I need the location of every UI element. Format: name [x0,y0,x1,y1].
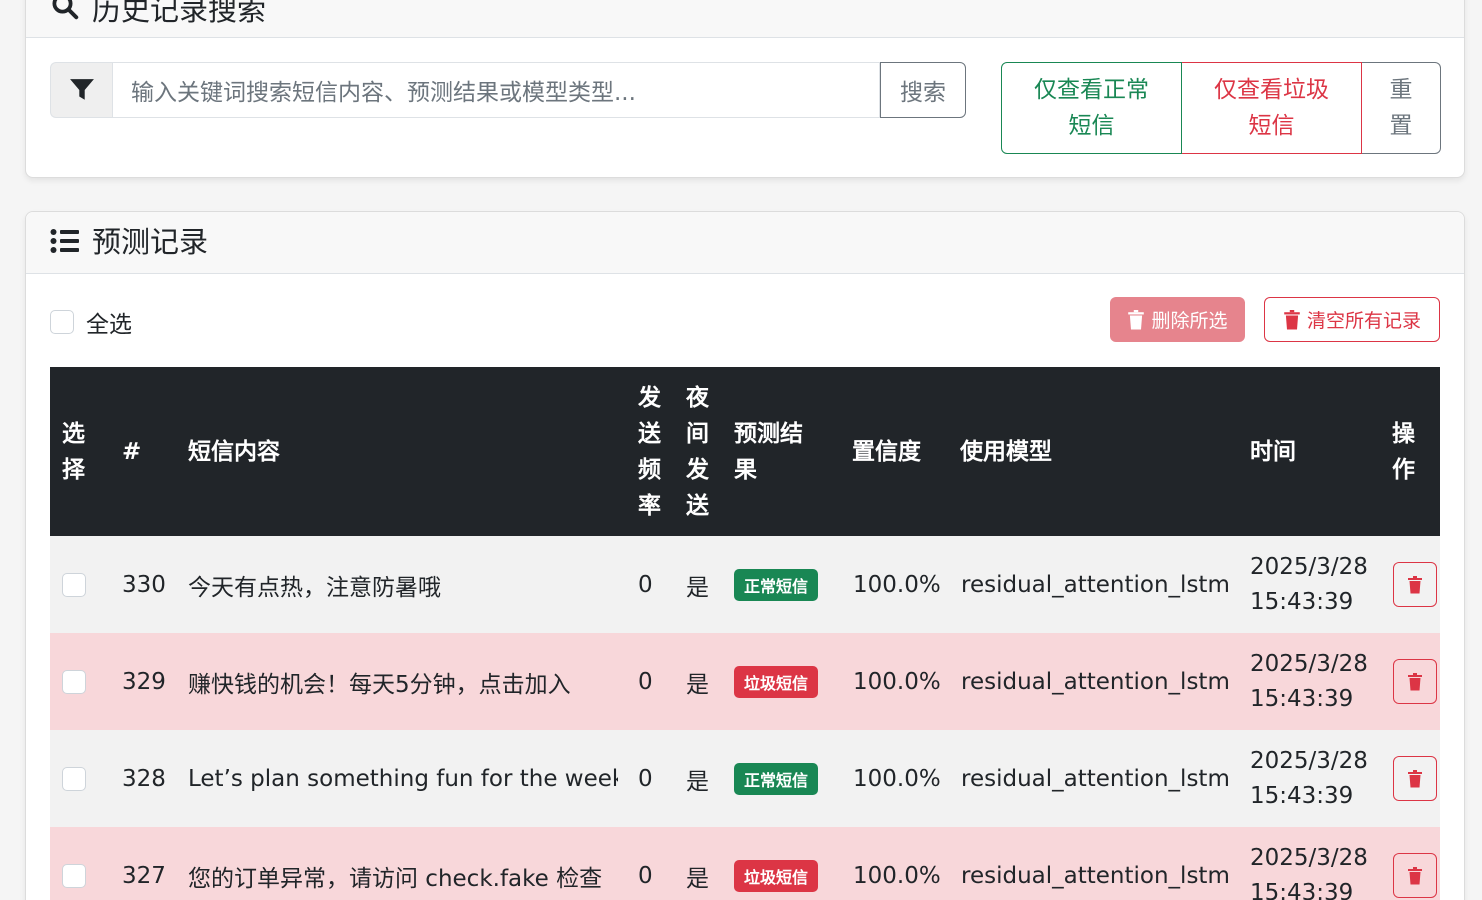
list-icon [50,228,80,258]
filter-button-group: 仅查看正常短信 仅查看垃圾短信 重置 [1001,62,1441,154]
row-id: 329 [122,668,166,695]
row-checkbox[interactable] [62,572,86,597]
row-content: Let’s plan something fun for the weekend [188,765,618,792]
delete-selected-button[interactable]: 删除所选 [1110,297,1245,342]
result-badge: 正常短信 [734,568,819,601]
row-night: 是 [686,671,709,698]
row-confidence: 100.0% [853,668,941,695]
select-all: 全选 [50,305,132,339]
row-confidence: 100.0% [853,765,941,792]
table-row: 330 今天有点热，注意防暑哦 0 是 正常短信 100.0% residual… [50,536,1440,633]
filter-spam-button[interactable]: 仅查看垃圾短信 [1182,62,1362,154]
trash-icon [1408,866,1422,884]
row-model: residual_attention_lstm [961,862,1230,889]
filter-normal-button[interactable]: 仅查看正常短信 [1001,62,1182,154]
delete-selected-label: 删除所选 [1151,310,1228,332]
row-frequency: 0 [638,571,653,598]
row-date: 2025/3/28 [1250,650,1368,677]
row-night: 是 [686,574,709,601]
search-button[interactable]: 搜索 [880,62,966,118]
row-time: 2025/3/28 15:43:39 [1250,536,1380,633]
th-frequency: 发送频率 [638,384,661,519]
row-delete-button[interactable] [1393,659,1437,704]
row-night: 是 [686,768,709,795]
filter-normal-label: 仅查看正常短信 [1034,77,1149,139]
row-delete-button[interactable] [1393,562,1437,607]
reset-label: 重置 [1389,77,1413,139]
th-result: 预测结果 [734,420,803,483]
records-card-title: 预测记录 [92,225,209,259]
row-content: 您的订单异常，请访问 check.fake 检查 [188,865,603,892]
result-badge: 垃圾短信 [734,859,819,892]
search-input-group: 输入关键词搜索短信内容、预测结果或模型类型... 搜索 [50,62,966,118]
row-id: 327 [122,862,166,889]
records-card-header: 预测记录 [26,212,1464,274]
row-id: 330 [122,571,166,598]
row-checkbox[interactable] [62,766,86,791]
row-model: residual_attention_lstm [961,571,1230,598]
clear-all-button[interactable]: 清空所有记录 [1264,297,1440,342]
row-confidence: 100.0% [853,571,941,598]
table-row: 327 您的订单异常，请访问 check.fake 检查 0 是 垃圾短信 10… [50,827,1440,900]
th-select: 选择 [62,420,85,483]
row-clock: 15:43:39 [1250,879,1354,900]
row-clock: 15:43:39 [1250,685,1354,712]
row-time: 2025/3/28 15:43:39 [1250,827,1380,900]
th-night: 夜间发送 [686,384,709,519]
row-checkbox[interactable] [62,863,86,888]
trash-icon [1408,575,1422,593]
filter-icon [50,62,112,118]
row-checkbox[interactable] [62,669,86,694]
trash-icon [1408,672,1422,690]
row-night: 是 [686,865,709,892]
search-input[interactable]: 输入关键词搜索短信内容、预测结果或模型类型... [112,62,880,118]
th-action: 操作 [1392,420,1415,483]
search-card-header: 历史记录搜索 [26,0,1464,38]
row-clock: 15:43:39 [1250,588,1354,615]
row-frequency: 0 [638,862,653,889]
row-frequency: 0 [638,668,653,695]
filter-spam-label: 仅查看垃圾短信 [1214,77,1329,139]
row-content: 今天有点热，注意防暑哦 [188,574,441,601]
row-id: 328 [122,765,166,792]
row-date: 2025/3/28 [1250,553,1368,580]
search-icon [50,0,80,25]
th-model: 使用模型 [960,438,1052,465]
table-header: 选择 # 短信内容 发送频率 夜间发送 预测结果 置信度 使用模型 时间 操作 [50,367,1440,536]
row-model: residual_attention_lstm [961,668,1230,695]
records-toolbar: 全选 删除所选 清空所有记录 [50,297,1440,343]
row-time: 2025/3/28 15:43:39 [1250,730,1380,827]
table-row: 329 赚快钱的机会！每天5分钟，点击加入 0 是 垃圾短信 100.0% re… [50,633,1440,730]
row-delete-button[interactable] [1393,756,1437,801]
clear-all-label: 清空所有记录 [1306,310,1421,332]
row-content: 赚快钱的机会！每天5分钟，点击加入 [188,671,571,698]
reset-button[interactable]: 重置 [1362,62,1441,154]
select-all-checkbox[interactable] [50,310,74,334]
select-all-label: 全选 [86,312,132,338]
search-card-title: 历史记录搜索 [92,0,267,27]
records-table: 选择 # 短信内容 发送频率 夜间发送 预测结果 置信度 使用模型 时间 操作 … [50,367,1440,900]
table-row: 328 Let’s plan something fun for the wee… [50,730,1440,827]
th-id: # [122,438,142,465]
result-badge: 垃圾短信 [734,665,819,698]
records-card: 预测记录 全选 删除所选 清空所有记录 选择 # 短信内容 发送频率 夜间发送 … [25,211,1465,900]
row-clock: 15:43:39 [1250,782,1354,809]
row-date: 2025/3/28 [1250,747,1368,774]
th-confidence: 置信度 [852,438,921,465]
result-badge: 正常短信 [734,762,819,795]
row-delete-button[interactable] [1393,853,1437,898]
th-time: 时间 [1250,438,1296,465]
row-confidence: 100.0% [853,862,941,889]
row-frequency: 0 [638,765,653,792]
th-content: 短信内容 [188,438,280,465]
row-model: residual_attention_lstm [961,765,1230,792]
trash-icon [1284,309,1300,329]
search-card: 历史记录搜索 输入关键词搜索短信内容、预测结果或模型类型... 搜索 仅查看正常… [25,0,1465,178]
row-time: 2025/3/28 15:43:39 [1250,633,1380,730]
trash-icon [1128,309,1145,329]
trash-icon [1408,769,1422,787]
row-date: 2025/3/28 [1250,844,1368,871]
